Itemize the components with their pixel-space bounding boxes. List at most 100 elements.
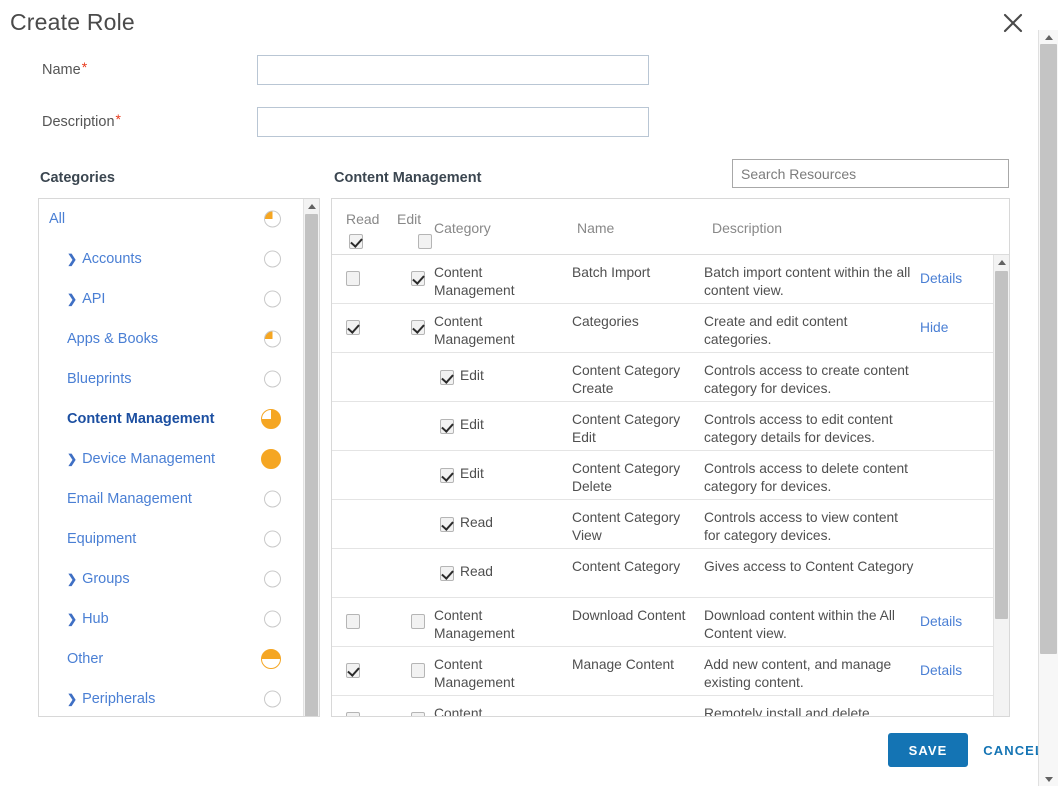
category-item-other[interactable]: Other bbox=[39, 639, 303, 679]
category-item-blueprints[interactable]: Blueprints bbox=[39, 359, 303, 399]
chevron-right-icon[interactable]: ❯ bbox=[67, 693, 77, 705]
row-name: Batch Import bbox=[572, 265, 651, 280]
row-description: Controls access to view content for cate… bbox=[704, 510, 899, 543]
row-name: Categories bbox=[572, 314, 639, 329]
row-sub-permission: Edit bbox=[440, 466, 484, 484]
row-details-link[interactable]: Details bbox=[920, 270, 962, 288]
category-permission-indicator bbox=[264, 290, 281, 308]
scrollbar-thumb[interactable] bbox=[995, 271, 1008, 619]
row-edit-checkbox[interactable] bbox=[411, 711, 425, 716]
description-input[interactable] bbox=[257, 107, 649, 137]
row-sub-checkbox[interactable] bbox=[440, 369, 454, 385]
category-permission-indicator bbox=[264, 530, 281, 548]
page-scroll-down-arrow[interactable] bbox=[1039, 772, 1058, 786]
category-item-equipment[interactable]: Equipment bbox=[39, 519, 303, 559]
categories-scrollbar[interactable] bbox=[303, 199, 319, 716]
category-permission-indicator bbox=[264, 330, 281, 348]
search-input[interactable] bbox=[732, 159, 1009, 188]
category-item-all[interactable]: All bbox=[39, 199, 303, 239]
resources-scrollbar[interactable] bbox=[993, 255, 1009, 716]
row-edit-checkbox[interactable] bbox=[411, 270, 425, 286]
row-edit-checkbox[interactable] bbox=[411, 662, 425, 678]
header-read-checkbox[interactable] bbox=[349, 234, 363, 250]
category-permission-indicator bbox=[264, 570, 281, 588]
category-item-device-management[interactable]: ❯ Device Management bbox=[39, 439, 303, 479]
row-sub-permission-label: Read bbox=[460, 564, 493, 579]
categories-list: All ❯ Accounts ❯ API Apps & Books Blueprints Co… bbox=[39, 199, 303, 716]
category-item-label: Equipment bbox=[67, 531, 137, 547]
page-scrollbar[interactable] bbox=[1038, 30, 1058, 786]
category-item-hub[interactable]: ❯ Hub bbox=[39, 599, 303, 639]
category-permission-indicator bbox=[264, 210, 281, 228]
category-permission-indicator bbox=[264, 490, 281, 508]
scroll-up-arrow[interactable] bbox=[304, 199, 319, 213]
row-edit-checkbox[interactable] bbox=[411, 613, 425, 629]
category-item-api[interactable]: ❯ API bbox=[39, 279, 303, 319]
table-row: Edit Content Category Edit Controls access… bbox=[332, 402, 994, 451]
page-scroll-up-arrow[interactable] bbox=[1039, 30, 1058, 44]
category-item-accounts[interactable]: ❯ Accounts bbox=[39, 239, 303, 279]
row-description: Remotely install and delete bbox=[704, 706, 870, 717]
scroll-up-arrow[interactable] bbox=[994, 255, 1009, 269]
category-item-peripherals[interactable]: ❯ Peripherals bbox=[39, 679, 303, 716]
row-edit-checkbox[interactable] bbox=[411, 319, 425, 335]
category-item-label: Other bbox=[67, 651, 104, 667]
row-sub-checkbox[interactable] bbox=[440, 418, 454, 434]
row-category: Content bbox=[434, 706, 483, 717]
category-item-groups[interactable]: ❯ Groups bbox=[39, 559, 303, 599]
row-details-link[interactable]: Details bbox=[920, 613, 962, 631]
row-hide-link[interactable]: Hide bbox=[920, 319, 948, 337]
name-input[interactable] bbox=[257, 55, 649, 85]
chevron-right-icon[interactable]: ❯ bbox=[67, 613, 77, 625]
row-sub-permission: Read bbox=[440, 564, 493, 582]
table-row: Edit Content Category Delete Controls acce… bbox=[332, 451, 994, 500]
column-header-edit: Edit bbox=[397, 211, 422, 227]
row-read-checkbox[interactable] bbox=[346, 711, 360, 716]
category-permission-indicator bbox=[264, 690, 281, 708]
scrollbar-thumb[interactable] bbox=[305, 214, 318, 716]
row-description: Controls access to delete content catego… bbox=[704, 461, 909, 494]
row-details-link[interactable]: Details bbox=[920, 662, 962, 680]
row-read-checkbox[interactable] bbox=[346, 270, 360, 286]
row-name: Content Category View bbox=[572, 510, 681, 543]
close-icon[interactable] bbox=[1000, 10, 1026, 36]
category-item-label: Content Management bbox=[67, 411, 215, 427]
category-item-email-management[interactable]: Email Management bbox=[39, 479, 303, 519]
resources-table-body: Content Management Batch Import Batch impo… bbox=[332, 255, 1009, 717]
chevron-right-icon[interactable]: ❯ bbox=[67, 293, 77, 305]
row-read-checkbox[interactable] bbox=[346, 662, 360, 678]
page-scrollbar-thumb[interactable] bbox=[1040, 44, 1057, 654]
table-row: Content Remotely install and delete bbox=[332, 696, 994, 717]
category-item-label: Peripherals bbox=[82, 691, 156, 707]
category-permission-indicator bbox=[264, 610, 281, 628]
row-sub-permission-label: Edit bbox=[460, 417, 484, 432]
save-button[interactable]: SAVE bbox=[888, 733, 968, 767]
description-label-text: Description bbox=[42, 114, 115, 130]
table-row: Edit Content Category Create Controls acce… bbox=[332, 353, 994, 402]
row-sub-checkbox[interactable] bbox=[440, 565, 454, 581]
row-description: Create and edit content categories. bbox=[704, 314, 848, 347]
row-name: Content Category Edit bbox=[572, 412, 681, 445]
row-name: Manage Content bbox=[572, 657, 675, 672]
description-required-asterisk: * bbox=[115, 111, 121, 127]
row-sub-checkbox[interactable] bbox=[440, 516, 454, 532]
resources-panel: Read Edit Category Name Description Cont… bbox=[331, 198, 1010, 717]
row-name bbox=[572, 696, 700, 705]
row-name: Content Category Delete bbox=[572, 461, 681, 494]
categories-panel: All ❯ Accounts ❯ API Apps & Books Blueprints Co… bbox=[38, 198, 320, 717]
category-item-apps-books[interactable]: Apps & Books bbox=[39, 319, 303, 359]
resources-table-header: Read Edit Category Name Description bbox=[332, 199, 1009, 255]
header-edit-checkbox[interactable] bbox=[418, 234, 433, 250]
category-item-content-management[interactable]: Content Management bbox=[39, 399, 303, 439]
row-read-checkbox[interactable] bbox=[346, 613, 360, 629]
category-item-label: Blueprints bbox=[67, 371, 132, 387]
table-row: Content Management Download Content Downlo… bbox=[332, 598, 994, 647]
row-read-checkbox[interactable] bbox=[346, 319, 360, 335]
row-sub-checkbox[interactable] bbox=[440, 467, 454, 483]
chevron-right-icon[interactable]: ❯ bbox=[67, 253, 77, 265]
category-permission-indicator bbox=[261, 449, 281, 469]
category-permission-indicator bbox=[264, 250, 281, 268]
chevron-right-icon[interactable]: ❯ bbox=[67, 573, 77, 585]
chevron-right-icon[interactable]: ❯ bbox=[67, 453, 77, 465]
row-name: Content Category Create bbox=[572, 363, 681, 396]
